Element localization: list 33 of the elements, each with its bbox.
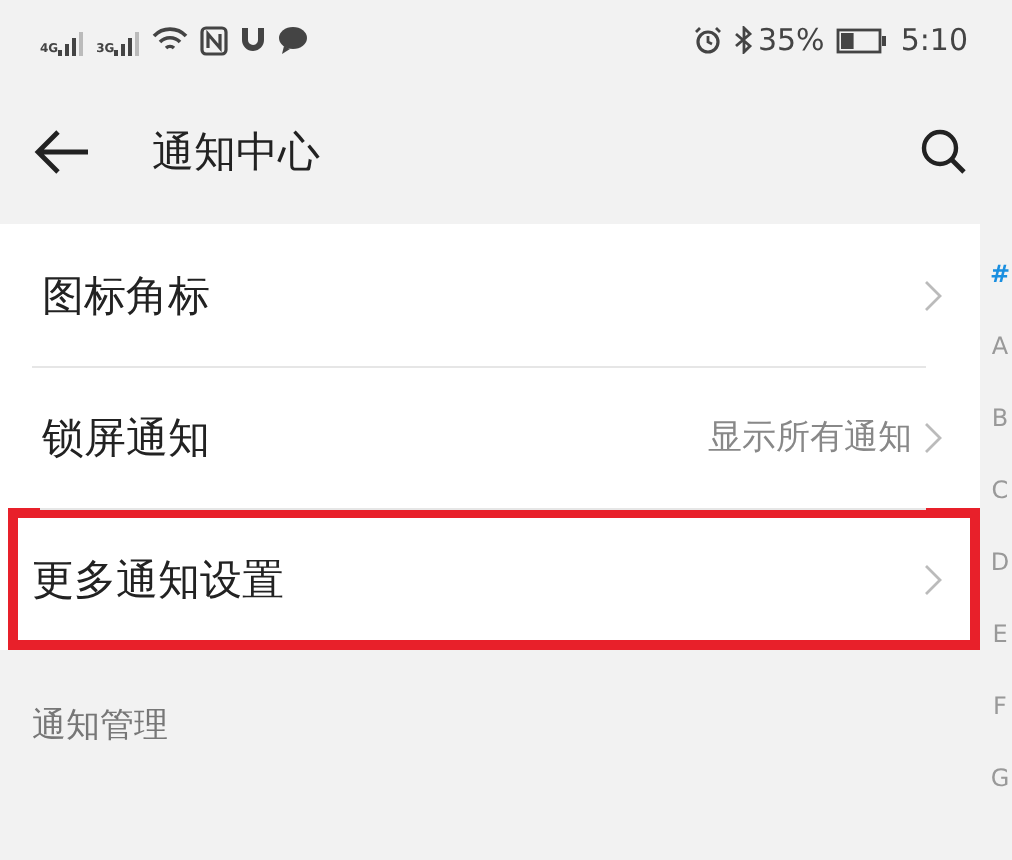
index-letter[interactable]: C xyxy=(991,472,1009,508)
chevron-right-icon xyxy=(924,563,942,595)
back-arrow-icon[interactable] xyxy=(32,128,92,176)
signal-icon xyxy=(114,31,141,55)
chevron-right-icon xyxy=(924,421,942,453)
row-label: 锁屏通知 xyxy=(42,411,210,465)
index-letter[interactable]: A xyxy=(991,328,1009,364)
battery-icon xyxy=(836,27,889,53)
battery-percent: 35% xyxy=(757,22,825,58)
chevron-right-icon xyxy=(924,279,942,311)
nfc-icon xyxy=(200,25,229,55)
search-icon[interactable] xyxy=(920,128,968,176)
clock-time: 5:10 xyxy=(900,22,968,58)
row-value: 显示所有通知 xyxy=(708,416,912,460)
page-title: 通知中心 xyxy=(152,126,320,180)
row-label: 更多通知设置 xyxy=(32,553,284,607)
index-letter[interactable]: B xyxy=(991,400,1009,436)
index-letter[interactable]: # xyxy=(989,256,1011,292)
settings-row[interactable]: 图标角标 xyxy=(0,224,980,366)
signal-icon xyxy=(58,31,85,55)
chat-bubble-icon xyxy=(278,26,309,54)
settings-row[interactable]: 锁屏通知 显示所有通知 xyxy=(0,366,980,508)
row-label: 图标角标 xyxy=(42,269,210,323)
index-letter[interactable]: E xyxy=(992,616,1008,652)
index-letter[interactable]: F xyxy=(993,688,1007,724)
section-header: 通知管理 xyxy=(32,706,168,746)
highlighted-settings-row[interactable]: 更多通知设置 xyxy=(8,508,980,650)
shield-icon xyxy=(240,26,267,54)
index-letter[interactable]: G xyxy=(990,760,1010,796)
wifi-icon xyxy=(152,26,189,54)
index-letter[interactable]: D xyxy=(990,544,1010,580)
bluetooth-icon xyxy=(733,26,754,54)
alarm-icon xyxy=(693,26,722,54)
